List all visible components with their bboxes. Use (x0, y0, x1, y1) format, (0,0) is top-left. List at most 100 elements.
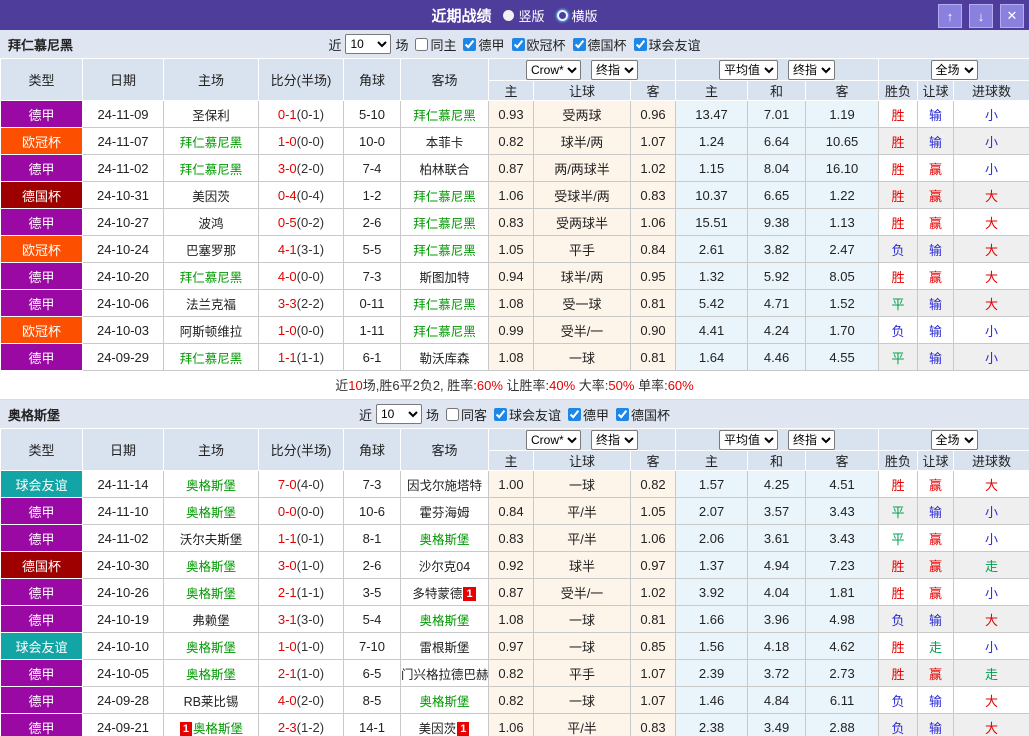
average-select[interactable]: 平均值 (719, 429, 779, 450)
match-date: 24-11-02 (82, 154, 164, 182)
avg-home-odds: 1.24 (675, 127, 749, 155)
competition-type-badge: 德甲 (0, 713, 83, 736)
match-row: 德甲 24-10-26 奥格斯堡 2-1(1-1) 3-5 多特蒙德 1 0.87 受半/一 1.… (0, 578, 1029, 606)
avg-draw-odds: 8.04 (747, 154, 807, 182)
crow-handicap-line: 受球半/两 (533, 181, 631, 209)
halftime-score: (1-0) (296, 665, 325, 681)
match-date: 24-10-03 (82, 316, 164, 344)
bookmaker-select[interactable]: Crow* (526, 59, 582, 80)
match-date: 24-10-19 (82, 605, 164, 633)
crow-handicap-line: 两/两球半 (533, 154, 631, 182)
final-odds-select-2[interactable]: 终指 (788, 429, 836, 450)
league-option[interactable]: 德甲 (568, 405, 609, 424)
crow-away-odds: 0.97 (629, 551, 677, 579)
league-option[interactable]: 球会友谊 (494, 405, 561, 424)
league-checkbox[interactable] (494, 407, 507, 421)
league-checkbox[interactable] (568, 407, 582, 421)
corner-score: 6-5 (343, 659, 401, 687)
team-label: 本菲卡 (425, 135, 464, 150)
games-label: 场 (395, 37, 409, 53)
avg-away-odds: 1.22 (805, 181, 880, 209)
col-header-avg-draw: 和 (747, 80, 807, 101)
move-up-button[interactable]: ↑ (938, 4, 962, 28)
recent-count-select[interactable]: 10 (375, 404, 422, 424)
away-team: 奥格斯堡 (400, 524, 489, 552)
result-goals: 小 (953, 154, 1029, 182)
league-option[interactable]: 欧冠杯 (511, 35, 566, 54)
team-label: 斯图加特 (419, 270, 470, 285)
home-team: 奥格斯堡 (163, 497, 259, 525)
avg-away-odds: 4.62 (805, 632, 880, 660)
col-header-winloss: 胜负 (878, 80, 919, 101)
same-side-checkbox[interactable] (415, 37, 429, 51)
scope-select[interactable]: 全场 (930, 59, 978, 80)
window-buttons: ↑ ↓ ✕ (938, 4, 1024, 28)
match-row: 德甲 24-11-09 圣保利 0-1(0-1) 5-10 拜仁慕尼黑 0.93 受两球 0.9… (0, 100, 1029, 128)
league-label: 球会友谊 (509, 407, 562, 423)
avg-draw-odds: 3.57 (747, 497, 807, 525)
crow-handicap-line: 受两球 (533, 100, 631, 128)
result-handicap: 赢 (917, 659, 955, 687)
avg-draw-odds: 5.92 (747, 262, 807, 290)
avg-home-odds: 1.56 (675, 632, 749, 660)
away-team: 拜仁慕尼黑 (400, 181, 489, 209)
col-header-date: 日期 (82, 58, 164, 101)
crow-home-odds: 1.06 (488, 713, 534, 736)
match-score: 4-0(2-0) (258, 686, 344, 714)
bookmaker-select[interactable]: Crow* (526, 429, 582, 450)
league-option[interactable]: 球会友谊 (633, 35, 701, 54)
home-team: 1 奥格斯堡 (163, 713, 259, 736)
avg-away-odds: 1.19 (805, 100, 880, 128)
same-side-option[interactable]: 同客 (445, 405, 487, 424)
league-option[interactable]: 德国杯 (616, 405, 670, 424)
layout-radio-selected[interactable]: 竖版 (503, 6, 545, 25)
league-checkbox[interactable] (633, 37, 647, 51)
league-option[interactable]: 德国杯 (572, 35, 627, 54)
result-goals: 大 (953, 470, 1029, 498)
col-header-home: 主场 (163, 58, 259, 101)
layout-radio-unselected[interactable]: 横版 (556, 6, 598, 25)
match-row: 德甲 24-09-29 拜仁慕尼黑 1-1(1-1) 6-1 勒沃库森 1.08 一球 0.81… (0, 343, 1029, 371)
move-down-button[interactable]: ↓ (969, 4, 993, 28)
league-checkbox[interactable] (616, 407, 630, 421)
result-handicap: 赢 (917, 208, 955, 236)
close-button[interactable]: ✕ (1000, 4, 1024, 28)
home-team: 波鸿 (163, 208, 259, 236)
team-label: 拜仁慕尼黑 (413, 189, 476, 204)
col-header-crow-handicap: 让球 (533, 80, 631, 101)
halftime-score: (0-2) (296, 214, 325, 230)
team-label: 沃尔夫斯堡 (179, 532, 243, 547)
home-team: 阿斯顿维拉 (163, 316, 259, 344)
red-card-badge: 1 (463, 586, 476, 601)
crow-away-odds: 1.02 (629, 578, 677, 606)
league-checkbox[interactable] (463, 37, 477, 51)
arrow-down-icon: ↓ (977, 8, 985, 24)
fulltime-score: 4-0 (277, 692, 297, 708)
league-checkbox[interactable] (511, 37, 525, 51)
league-checkbox[interactable] (572, 37, 586, 51)
competition-type-badge: 德甲 (0, 578, 83, 606)
crow-home-odds: 0.82 (488, 686, 534, 714)
same-side-checkbox[interactable] (445, 407, 459, 421)
scope-select[interactable]: 全场 (930, 429, 978, 450)
halftime-score: (1-0) (296, 557, 325, 573)
fulltime-score: 7-0 (277, 476, 297, 492)
final-odds-select[interactable]: 终指 (591, 429, 639, 450)
final-odds-select-2[interactable]: 终指 (788, 59, 836, 80)
same-side-label: 同客 (460, 407, 487, 423)
recent-count-select[interactable]: 10 (345, 34, 392, 54)
crow-handicap-line: 平/半 (533, 524, 631, 552)
halftime-score: (0-4) (296, 187, 325, 203)
avg-away-odds: 16.10 (805, 154, 880, 182)
competition-type-badge: 欧冠杯 (0, 127, 83, 155)
average-select[interactable]: 平均值 (719, 59, 779, 80)
avg-draw-odds: 6.65 (747, 181, 807, 209)
team-label: 拜仁慕尼黑 (413, 324, 476, 339)
avg-away-odds: 8.05 (805, 262, 880, 290)
same-side-option[interactable]: 同主 (415, 35, 456, 54)
corner-score: 8-5 (343, 686, 401, 714)
league-option[interactable]: 德甲 (463, 35, 505, 54)
result-winloss: 胜 (878, 154, 919, 182)
final-odds-select[interactable]: 终指 (591, 59, 639, 80)
result-handicap: 输 (917, 605, 955, 633)
